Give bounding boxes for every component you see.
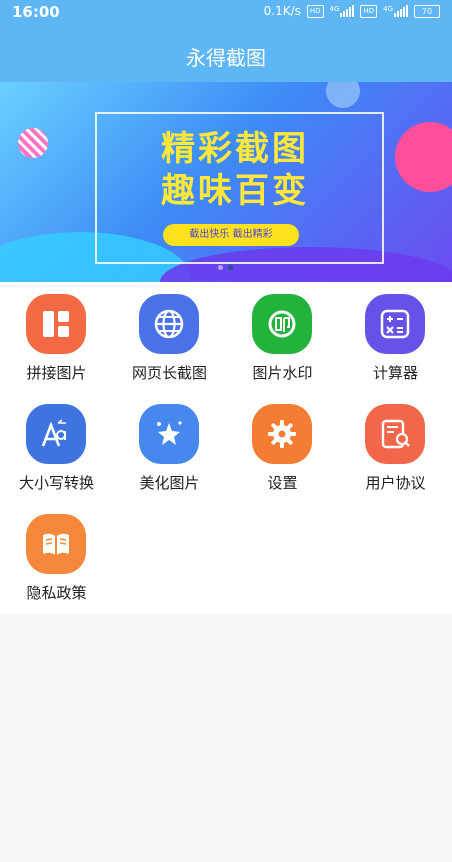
signal-icon: 4G <box>330 5 355 17</box>
banner-balloon <box>326 82 360 108</box>
feature-label: 大小写转换 <box>18 474 94 492</box>
carousel-indicator[interactable] <box>218 265 233 270</box>
banner-pink-blob <box>395 122 452 192</box>
globe-icon <box>139 294 199 354</box>
feature-web-long-screenshot[interactable]: 网页长截图 <box>113 282 226 392</box>
feature-label: 计算器 <box>372 364 418 382</box>
hd-badge-2: HD <box>360 4 378 18</box>
carousel-dot-active[interactable] <box>228 265 233 270</box>
book-icon <box>26 514 86 574</box>
banner-line-2: 趣味百变 <box>161 171 309 211</box>
text-case-icon <box>26 404 86 464</box>
feature-calculator[interactable]: 计算器 <box>339 282 452 392</box>
feature-image-watermark[interactable]: 图片水印 <box>226 282 339 392</box>
feature-label: 设置 <box>267 474 298 492</box>
battery-icon: 70 <box>414 4 440 18</box>
banner-slogan: 截出快乐 截出精彩 <box>163 224 299 246</box>
banner-headline: 精彩截图 趣味百变 <box>130 128 340 212</box>
feature-label: 拼接图片 <box>26 364 87 382</box>
banner-striped-ball <box>18 128 48 158</box>
feature-privacy-policy[interactable]: 隐私政策 <box>0 502 113 612</box>
page-title: 永得截图 <box>186 46 266 70</box>
signal-icon-2: 4G <box>383 5 408 17</box>
app-header: 16:00 0.1K/s HD 4G HD 4G 70 永得截图 <box>0 0 452 82</box>
feature-grid: 拼接图片 网页长截图 图片水印 计算器 大小写转换 美化图片 设置 用户协议 隐… <box>0 282 452 614</box>
calculator-icon <box>365 294 425 354</box>
feature-label: 图片水印 <box>252 364 313 382</box>
status-indicators: 0.1K/s HD 4G HD 4G 70 <box>264 4 440 18</box>
magic-star-icon <box>139 404 199 464</box>
document-search-icon <box>365 404 425 464</box>
grid-layout-icon <box>26 294 86 354</box>
feature-stitch-images[interactable]: 拼接图片 <box>0 282 113 392</box>
feature-case-convert[interactable]: 大小写转换 <box>0 392 113 502</box>
feature-label: 用户协议 <box>365 474 426 492</box>
hd-badge: HD <box>306 4 324 18</box>
feature-label: 美化图片 <box>139 474 200 492</box>
feature-label: 隐私政策 <box>26 584 87 602</box>
carousel-dot[interactable] <box>218 265 223 270</box>
network-speed: 0.1K/s <box>263 4 301 18</box>
gear-icon <box>252 404 312 464</box>
feature-label: 网页长截图 <box>131 364 207 382</box>
status-time: 16:00 <box>12 3 60 21</box>
banner-line-1: 精彩截图 <box>161 129 309 169</box>
stamp-icon <box>252 294 312 354</box>
promo-banner[interactable]: 精彩截图 趣味百变 截出快乐 截出精彩 <box>0 82 452 282</box>
feature-user-agreement[interactable]: 用户协议 <box>339 392 452 502</box>
feature-settings[interactable]: 设置 <box>226 392 339 502</box>
feature-beautify-image[interactable]: 美化图片 <box>113 392 226 502</box>
status-bar: 16:00 0.1K/s HD 4G HD 4G 70 <box>0 0 452 24</box>
